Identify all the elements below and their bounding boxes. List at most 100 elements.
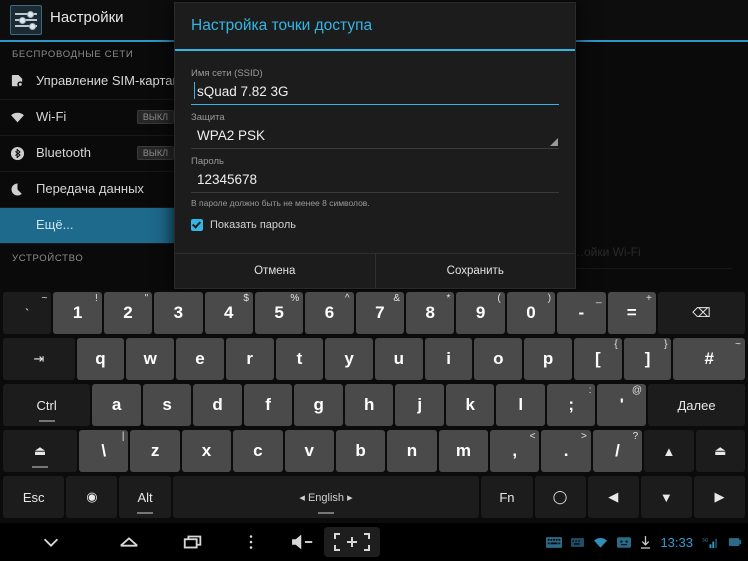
key-alt-label: * <box>446 293 451 304</box>
key-minus[interactable]: - _ <box>557 292 606 334</box>
key-shift-right[interactable]: ⏏ <box>695 430 745 472</box>
settings-sliders-icon <box>10 5 42 35</box>
key-tab[interactable]: ⇥ <box>3 338 75 380</box>
key-label: w <box>143 349 157 368</box>
security-dropdown[interactable]: WPA2 PSK <box>191 123 559 149</box>
key-equals[interactable]: = + <box>607 292 656 334</box>
key-a[interactable]: a <box>92 384 141 426</box>
key-q[interactable]: q <box>76 338 125 380</box>
key-enter-next[interactable]: Далее <box>648 384 746 426</box>
sidebar-item-wifi[interactable]: Wi-Fi ВЫКЛ <box>0 100 180 136</box>
key-5[interactable]: 5% <box>254 292 304 334</box>
save-button[interactable]: Сохранить <box>376 254 576 288</box>
key-6[interactable]: 6 ^ <box>305 292 354 334</box>
key-w[interactable]: w <box>126 338 175 380</box>
key-hash[interactable]: # ~ <box>673 338 745 380</box>
key-label: Далее <box>677 397 716 413</box>
show-password-checkbox[interactable] <box>191 219 203 231</box>
key-y[interactable]: y <box>325 338 373 380</box>
key-arrow-right[interactable]: ▶ <box>693 476 745 518</box>
key-alt[interactable]: Alt <box>119 476 171 518</box>
key-backspace[interactable]: ⌫ <box>657 292 745 334</box>
volume-down-icon[interactable] <box>288 531 320 553</box>
key-label: ◀ <box>608 489 619 504</box>
home-icon[interactable] <box>118 531 140 553</box>
key-shift-left[interactable]: ⏏ <box>3 430 78 472</box>
menu-icon[interactable] <box>240 531 262 553</box>
key-u[interactable]: u <box>375 338 423 380</box>
sidebar-item-sim[interactable]: Управление SIM-картами <box>0 64 189 100</box>
cancel-button[interactable]: Отмена <box>175 254 376 288</box>
wifi-toggle-state[interactable]: ВЫКЛ <box>136 110 174 124</box>
dialog-title: Настройка точки доступа <box>191 17 373 34</box>
password-input[interactable]: 12345678 <box>191 167 559 193</box>
key-label: c <box>253 441 263 460</box>
key-d[interactable]: d <box>193 384 242 426</box>
key-k[interactable]: k <box>445 384 495 426</box>
key-t[interactable]: t <box>275 338 324 380</box>
key-fn[interactable]: Fn <box>481 476 533 518</box>
key-spacebar[interactable]: ◂ English ▸ <box>172 476 480 518</box>
key-c[interactable]: c <box>233 430 283 472</box>
key-4[interactable]: 4 $ <box>204 292 253 334</box>
key-0[interactable]: 0) <box>506 292 556 334</box>
key-o[interactable]: o <box>474 338 523 380</box>
key-alt-label: + <box>646 293 652 304</box>
key-backtick[interactable]: ` ~ <box>3 292 52 334</box>
ssid-label: Имя сети (SSID) <box>191 68 263 79</box>
key-circle-key[interactable]: ◯ <box>534 476 586 518</box>
on-screen-keyboard[interactable]: ` ~1! 2 " 3 4 $5% 6 ^ 7 & 8 * 9(0) - _ = + ⌫ ⇥ q w e r t y u i o p[{]… <box>0 290 748 523</box>
key-keyboard-settings[interactable]: ◉ <box>66 476 118 518</box>
key-z[interactable]: z <box>130 430 180 472</box>
key-label: m <box>455 441 471 460</box>
key-l[interactable]: l <box>496 384 545 426</box>
key-h[interactable]: h <box>344 384 394 426</box>
key-7[interactable]: 7 & <box>355 292 404 334</box>
key-8[interactable]: 8 * <box>406 292 455 334</box>
key-j[interactable]: j <box>395 384 444 426</box>
key-quote[interactable]: ' @ <box>597 384 646 426</box>
sidebar-item-data-usage[interactable]: Передача данных <box>0 172 180 208</box>
key-m[interactable]: m <box>438 430 489 472</box>
key-b[interactable]: b <box>335 430 386 472</box>
key-ctrl[interactable]: Ctrl <box>3 384 91 426</box>
key-e[interactable]: e <box>176 338 224 380</box>
key-v[interactable]: v <box>284 430 334 472</box>
sidebar-item-bluetooth[interactable]: Bluetooth ВЫКЛ <box>0 136 180 172</box>
key-r[interactable]: r <box>225 338 274 380</box>
key-label: ⇥ <box>33 351 45 366</box>
key-p[interactable]: p <box>524 338 572 380</box>
bluetooth-toggle-state[interactable]: ВЫКЛ <box>136 146 174 160</box>
screenshot-icon[interactable] <box>324 527 380 557</box>
key-comma[interactable]: , < <box>490 430 540 472</box>
key-i[interactable]: i <box>424 338 473 380</box>
key-esc[interactable]: Esc <box>3 476 65 518</box>
key-alt-label: ~ <box>41 293 48 304</box>
ssid-input[interactable]: sQuad 7.82 3G <box>191 79 559 105</box>
key-x[interactable]: x <box>181 430 232 472</box>
key-label: - <box>578 303 585 322</box>
key-3[interactable]: 3 <box>154 292 203 334</box>
key-2[interactable]: 2 " <box>103 292 153 334</box>
key-slash[interactable]: /? <box>592 430 643 472</box>
back-icon[interactable] <box>40 531 62 553</box>
key-arrow-down[interactable]: ▼ <box>640 476 692 518</box>
key-arrow-left[interactable]: ◀ <box>587 476 639 518</box>
key-bracket-left[interactable]: [{ <box>573 338 622 380</box>
keyboard-row: Ctrl a s d f g h j k l;: ' @ Далее <box>0 382 748 428</box>
key-g[interactable]: g <box>294 384 343 426</box>
key-f[interactable]: f <box>243 384 293 426</box>
key-backslash[interactable]: \ | <box>79 430 129 472</box>
key-alt-label: > <box>580 431 587 442</box>
key-arrow-up[interactable]: ▲ <box>644 430 694 472</box>
show-password-row[interactable]: Показать пароль <box>191 219 559 231</box>
key-period[interactable]: . > <box>541 430 591 472</box>
key-1[interactable]: 1! <box>53 292 102 334</box>
key-n[interactable]: n <box>387 430 437 472</box>
sidebar-item-more[interactable]: Ещё... <box>0 208 180 244</box>
key-9[interactable]: 9( <box>456 292 505 334</box>
key-bracket-right[interactable]: ]} <box>623 338 672 380</box>
key-s[interactable]: s <box>142 384 192 426</box>
key-semicolon[interactable]: ;: <box>546 384 596 426</box>
recents-icon[interactable] <box>182 531 204 553</box>
